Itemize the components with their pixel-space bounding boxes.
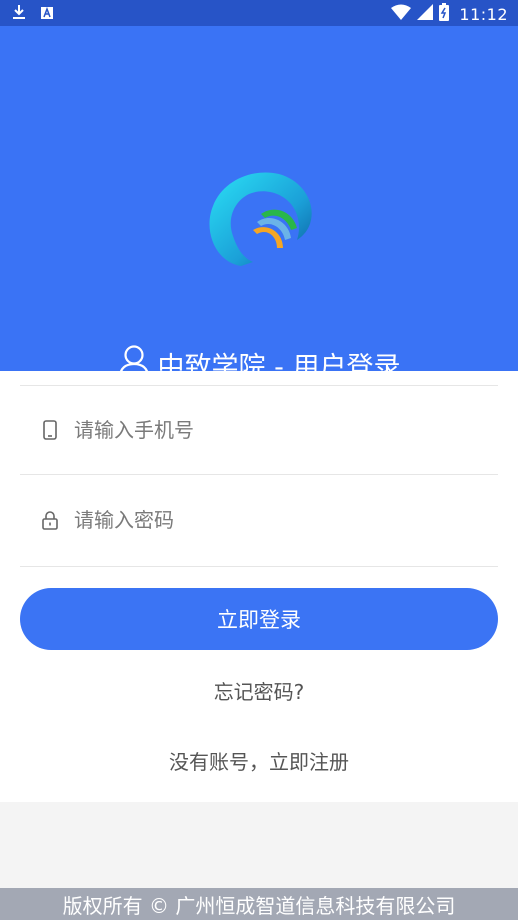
register-link[interactable]: 没有账号，立即注册 <box>0 746 518 775</box>
phone-input[interactable] <box>74 418 454 442</box>
login-button[interactable]: 立即登录 <box>20 588 498 650</box>
signal-icon <box>417 4 434 24</box>
phone-icon <box>40 420 60 440</box>
app-logo <box>205 170 315 266</box>
password-field[interactable] <box>20 475 498 565</box>
download-icon <box>12 4 26 24</box>
lock-icon <box>40 510 60 530</box>
forgot-password-link[interactable]: 忘记密码? <box>0 676 518 705</box>
password-input[interactable] <box>74 508 454 532</box>
status-bar: 11:12 <box>0 0 518 26</box>
divider <box>20 566 498 567</box>
header-banner: 中致学院 - 用户登录 <box>0 26 518 383</box>
wifi-icon <box>391 4 412 24</box>
status-time: 11:12 <box>459 4 508 24</box>
phone-field[interactable] <box>20 385 498 475</box>
battery-icon <box>439 3 450 25</box>
app-notification-icon <box>40 5 54 24</box>
footer-copyright: 版权所有 © 广州恒成智道信息科技有限公司 <box>0 888 518 920</box>
login-form: 立即登录 忘记密码? 没有账号，立即注册 <box>0 371 518 802</box>
